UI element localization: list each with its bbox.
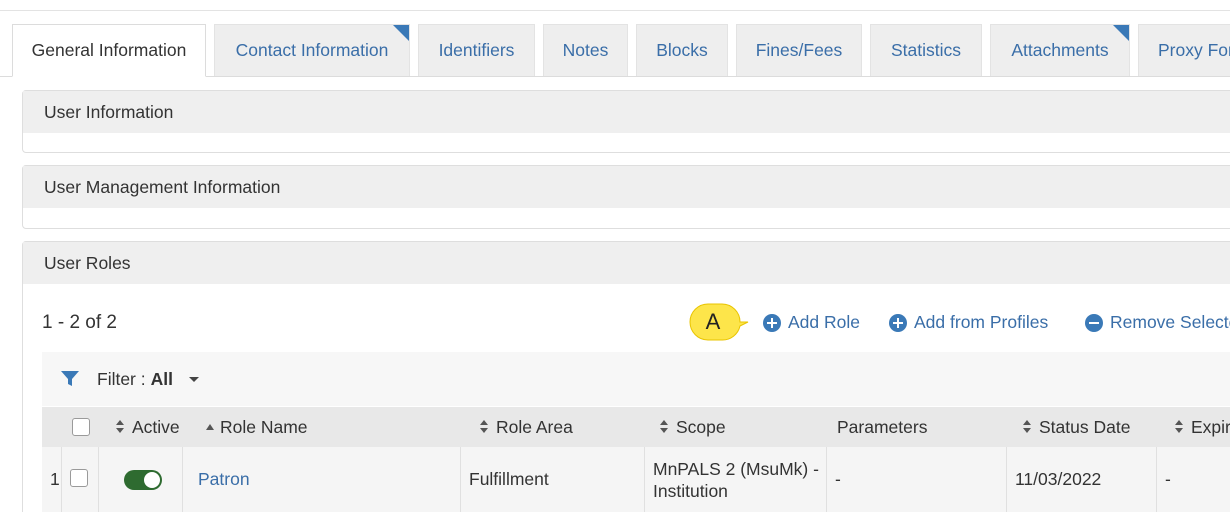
table-row: 1 Patron Fulfillment MnPALS 2 (MsuMk) - … bbox=[42, 447, 1230, 512]
column-label: Active bbox=[132, 416, 180, 437]
column-active[interactable]: Active bbox=[116, 407, 180, 447]
add-circle-icon bbox=[889, 313, 907, 332]
tab-proxy-for[interactable]: Proxy For bbox=[1138, 24, 1230, 76]
sort-icon bbox=[1175, 420, 1185, 434]
tab-label: Attachments bbox=[1011, 40, 1109, 60]
tab-label: Notes bbox=[562, 40, 609, 60]
column-label: Expiry bbox=[1191, 416, 1230, 437]
column-role-area[interactable]: Role Area bbox=[480, 407, 573, 447]
section-title: User Management Information bbox=[44, 176, 281, 197]
remove-selected-button[interactable]: Remove Selected bbox=[1085, 312, 1230, 333]
column-parameters: Parameters bbox=[837, 407, 927, 447]
sort-icon bbox=[660, 420, 670, 434]
status-date: 11/03/2022 bbox=[1015, 469, 1102, 489]
tab-general-information[interactable]: General Information bbox=[12, 24, 206, 77]
select-all-checkbox[interactable] bbox=[72, 418, 90, 436]
callout-label: A bbox=[705, 309, 721, 334]
add-from-profiles-button[interactable]: Add from Profiles bbox=[889, 312, 1048, 333]
tab-indicator-icon bbox=[1113, 25, 1129, 41]
tab-label: Statistics bbox=[890, 40, 962, 60]
tab-bar: General Information Contact Information … bbox=[12, 24, 1230, 77]
scope: MnPALS 2 (MsuMk) - Institution bbox=[653, 458, 819, 501]
user-roles-header[interactable]: User Roles bbox=[23, 242, 1230, 284]
column-status-date[interactable]: Status Date bbox=[1023, 407, 1130, 447]
add-from-profiles-label: Add from Profiles bbox=[914, 312, 1049, 332]
tab-fines-fees[interactable]: Fines/Fees bbox=[736, 24, 862, 76]
chevron-down-icon[interactable] bbox=[189, 376, 199, 382]
tab-label: Identifiers bbox=[438, 40, 515, 60]
section-title: User Information bbox=[44, 101, 174, 122]
results-count: 1 - 2 of 2 bbox=[42, 312, 117, 333]
column-label: Parameters bbox=[837, 416, 928, 437]
tab-identifiers[interactable]: Identifiers bbox=[418, 24, 535, 76]
tab-label: Fines/Fees bbox=[755, 40, 843, 60]
tab-label: Blocks bbox=[656, 40, 708, 60]
column-expiry[interactable]: Expiry bbox=[1175, 407, 1230, 447]
sort-icon bbox=[116, 420, 126, 434]
row-checkbox[interactable] bbox=[70, 469, 88, 487]
filter-value[interactable]: All bbox=[151, 369, 173, 390]
tab-indicator-icon bbox=[393, 25, 409, 41]
row-index: 1 bbox=[42, 447, 62, 512]
column-label: Role Area bbox=[496, 416, 573, 437]
filter-bar: Filter : All bbox=[42, 352, 1230, 406]
column-role-name[interactable]: Role Name bbox=[206, 407, 308, 447]
tab-statistics[interactable]: Statistics bbox=[870, 24, 982, 76]
column-label: Status Date bbox=[1039, 416, 1131, 437]
tab-label: Contact Information bbox=[235, 40, 389, 60]
active-toggle[interactable] bbox=[124, 469, 162, 490]
top-divider bbox=[0, 10, 1230, 11]
remove-selected-label: Remove Selected bbox=[1110, 312, 1230, 332]
column-label: Role Name bbox=[220, 416, 308, 437]
tab-blocks[interactable]: Blocks bbox=[636, 24, 728, 76]
add-role-button[interactable]: Add Role bbox=[763, 312, 860, 333]
tab-notes[interactable]: Notes bbox=[543, 24, 628, 76]
filter-icon bbox=[61, 371, 79, 386]
role-area: Fulfillment bbox=[469, 469, 549, 489]
user-management-header[interactable]: User Management Information bbox=[23, 166, 1230, 208]
callout-marker: A bbox=[688, 302, 750, 342]
filter-label: Filter : bbox=[97, 368, 146, 389]
add-role-label: Add Role bbox=[788, 312, 860, 332]
user-management-panel: User Management Information bbox=[22, 165, 1230, 229]
section-title: User Roles bbox=[44, 252, 131, 273]
parameters: - bbox=[835, 469, 841, 489]
tab-contact-information[interactable]: Contact Information bbox=[214, 24, 410, 76]
column-label: Scope bbox=[676, 416, 726, 437]
tab-attachments[interactable]: Attachments bbox=[990, 24, 1130, 76]
tab-label: Proxy For bbox=[1158, 40, 1230, 60]
remove-circle-icon bbox=[1085, 313, 1103, 332]
sort-icon bbox=[480, 420, 490, 434]
column-scope[interactable]: Scope bbox=[660, 407, 726, 447]
sort-ascending-icon bbox=[206, 424, 214, 430]
role-name-link[interactable]: Patron bbox=[198, 469, 250, 490]
tab-label: General Information bbox=[31, 40, 187, 60]
user-information-panel: User Information bbox=[22, 90, 1230, 153]
expiry: - bbox=[1165, 469, 1171, 489]
table-header: Active Role Name Role Area Scope Paramet… bbox=[42, 407, 1230, 447]
add-circle-icon bbox=[763, 313, 781, 332]
user-information-header[interactable]: User Information bbox=[23, 91, 1230, 133]
sort-icon bbox=[1023, 420, 1033, 434]
